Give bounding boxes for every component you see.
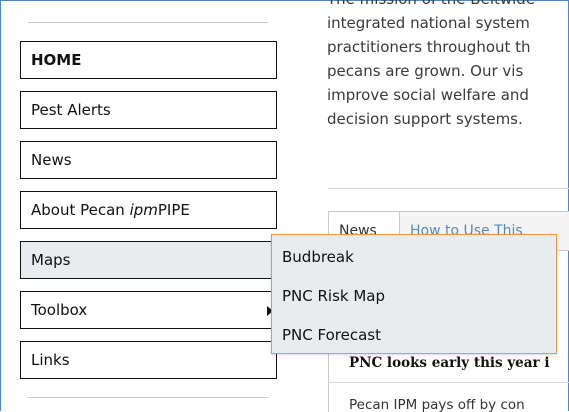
nav-item-label: News [31,151,72,169]
mission-line: improve social welfare and [327,86,529,104]
nav-item-home[interactable]: HOME [20,41,277,79]
nav-item-label: Toolbox [31,301,88,319]
nav-item-label: Maps [31,251,71,269]
mission-statement: The mission of the Beltwide integrated n… [327,0,569,131]
menu-item-pnc-forecast[interactable]: PNC Forecast [282,320,381,350]
nav-item-label-italic: ipm [129,201,158,219]
menu-item-budbreak[interactable]: Budbreak [282,242,354,272]
nav-item-maps[interactable]: Maps [20,241,277,279]
content-divider [328,188,569,189]
nav-item-label: HOME [31,51,82,69]
maps-dropdown-menu: Budbreak PNC Risk Map PNC Forecast [271,234,557,354]
mission-line: integrated national system [327,14,530,32]
nav-item-label: Links [31,351,70,369]
article-title-link[interactable]: PNC looks early this year i [349,355,549,371]
mission-line: pecans are grown. Our vis [327,62,524,80]
mission-line: The mission of the Beltwide [327,0,569,11]
menu-item-pnc-risk-map[interactable]: PNC Risk Map [282,281,385,311]
nav-item-links[interactable]: Links [20,341,277,379]
nav-item-about[interactable]: About Pecan ipmPIPE [20,191,277,229]
nav-item-toolbox[interactable]: Toolbox [20,291,277,329]
nav-item-label-suffix: PIPE [157,201,190,219]
nav-item-label: Pest Alerts [31,101,111,119]
nav-item-pest-alerts[interactable]: Pest Alerts [20,91,277,129]
article-divider [328,382,569,383]
nav-item-news[interactable]: News [20,141,277,179]
sidebar-divider-top [28,22,268,23]
nav-item-label-prefix: About Pecan [31,201,130,219]
article-snippet: Pecan IPM pays off by con [349,397,525,412]
mission-line: decision support systems. [327,110,523,128]
mission-line: practitioners throughout th [327,38,531,56]
sidebar-divider-bottom [28,397,268,398]
